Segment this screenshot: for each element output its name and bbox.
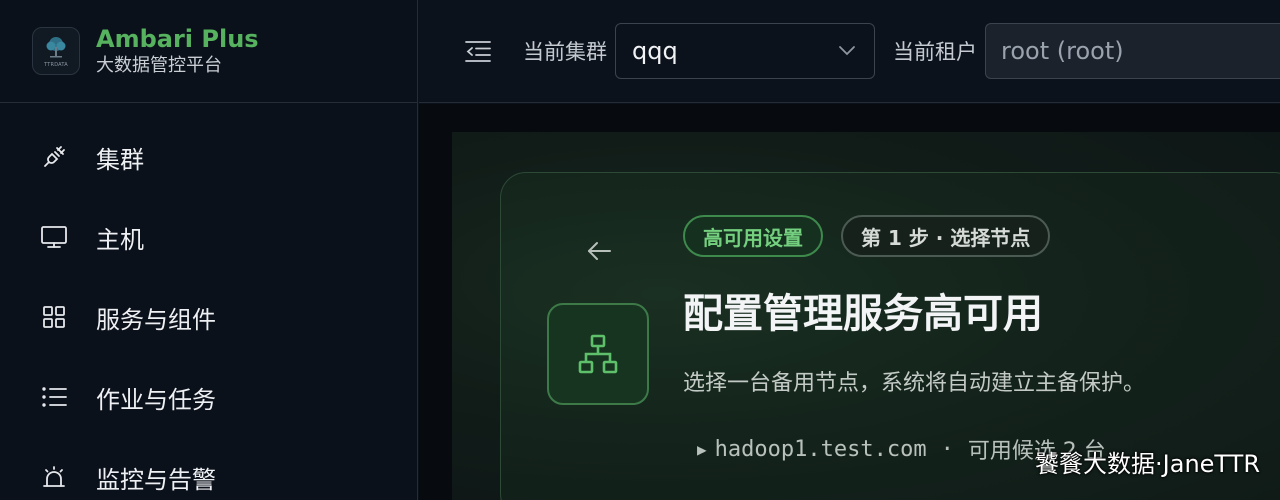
brand-header: TTRDATA Ambari Plus 大数据管控平台 (0, 0, 417, 103)
brand-subtitle: 大数据管控平台 (96, 55, 222, 76)
sidebar-item-label: 主机 (96, 225, 144, 254)
tenant-field: root (root) (985, 23, 1280, 79)
list-icon (40, 383, 68, 411)
plug-icon (40, 143, 68, 171)
hierarchy-tile (547, 303, 649, 405)
node-host: hadoop1.test.com (714, 436, 927, 462)
page-description: 选择一台备用节点，系统将自动建立主备保护。 (683, 371, 1146, 396)
sidebar-item-label: 服务与组件 (96, 305, 216, 334)
node-separator: · (940, 436, 954, 462)
sidebar-nav: 集群 主机 服务与组件 作业与任务 监控与告警 (0, 117, 417, 500)
tree-logo-icon (46, 36, 66, 57)
sitemap-icon (578, 334, 618, 374)
main-content: 高可用设置 第 1 步 · 选择节点 配置管理服务高可用 选择一台备用节点，系统… (419, 104, 1280, 500)
brand-logo[interactable]: TTRDATA (32, 27, 80, 75)
tenant-label: 当前租户 (893, 40, 977, 64)
chevron-down-icon (839, 46, 855, 56)
back-button[interactable] (583, 235, 615, 267)
ha-settings-chip: 高可用设置 (683, 215, 823, 257)
cluster-select-value: qqq (632, 37, 678, 65)
arrow-left-icon (588, 242, 611, 260)
indent-icon (465, 41, 491, 62)
sidebar-item-jobs[interactable]: 作业与任务 (0, 357, 417, 437)
expand-triangle-icon: ▶ (697, 439, 707, 459)
watermark: 饕餮大数据·JaneTTR (1035, 450, 1260, 478)
alarm-icon (40, 463, 68, 491)
app-root: TTRDATA Ambari Plus 大数据管控平台 集群 主机 服务与组件 … (0, 0, 1280, 500)
page-title: 配置管理服务高可用 (683, 291, 1043, 337)
brand-name: Ambari Plus (96, 25, 259, 53)
sidebar-item-label: 集群 (96, 145, 144, 174)
brand-text: Ambari Plus 大数据管控平台 (96, 25, 259, 77)
chip-row: 高可用设置 第 1 步 · 选择节点 (683, 215, 1051, 257)
monitor-icon (40, 223, 68, 251)
cluster-label: 当前集群 (523, 40, 607, 64)
sidebar-item-hosts[interactable]: 主机 (0, 197, 417, 277)
sidebar-item-label: 监控与告警 (96, 465, 216, 494)
cluster-select[interactable]: qqq (615, 23, 875, 79)
tenant-value: root (root) (1001, 37, 1124, 65)
sidebar-item-monitoring[interactable]: 监控与告警 (0, 437, 417, 500)
sidebar-item-clusters[interactable]: 集群 (0, 117, 417, 197)
logo-text: TTRDATA (44, 61, 68, 68)
topbar: 当前集群 qqq 当前租户 root (root) (419, 0, 1280, 103)
sidebar-item-services[interactable]: 服务与组件 (0, 277, 417, 357)
sidebar-collapse-button[interactable] (463, 36, 493, 66)
sidebar-item-label: 作业与任务 (96, 385, 216, 414)
sidebar: TTRDATA Ambari Plus 大数据管控平台 集群 主机 服务与组件 … (0, 0, 418, 500)
step-chip: 第 1 步 · 选择节点 (841, 215, 1051, 257)
grid-icon (40, 303, 68, 331)
